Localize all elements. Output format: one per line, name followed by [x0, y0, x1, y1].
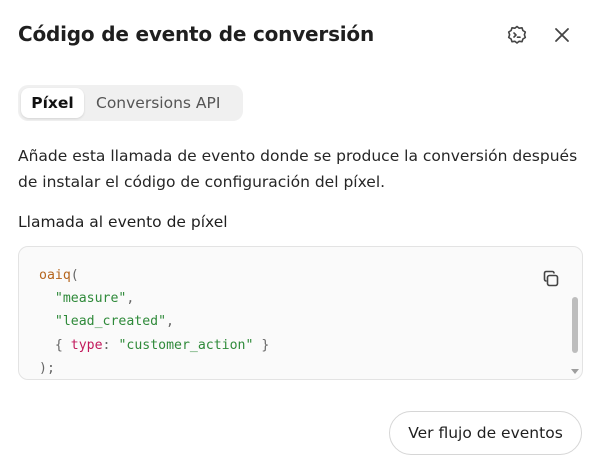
dialog-title: Código de evento de conversión	[18, 22, 375, 46]
code-scrollbar[interactable]	[571, 287, 579, 379]
tab-conversions-api[interactable]: Conversions API	[84, 88, 232, 118]
code-snippet[interactable]: oaiq( "measure", "lead_created", { type:…	[39, 264, 269, 379]
code-block: oaiq( "measure", "lead_created", { type:…	[18, 246, 583, 380]
close-button[interactable]	[549, 22, 575, 48]
code-open-paren: (	[70, 268, 79, 283]
scrollbar-thumb[interactable]	[572, 297, 578, 353]
scroll-down-arrow-icon[interactable]	[571, 369, 579, 374]
code-close: );	[39, 360, 55, 376]
tab-bar: Píxel Conversions API	[18, 85, 243, 121]
debug-icon	[507, 25, 527, 44]
close-icon	[555, 28, 569, 42]
copy-button[interactable]	[539, 267, 563, 291]
copy-icon	[543, 270, 559, 287]
code-section-label: Llamada al evento de píxel	[18, 213, 228, 231]
code-arg-event: "lead_created"	[54, 314, 167, 330]
tab-pixel[interactable]: Píxel	[21, 88, 84, 118]
debug-button[interactable]	[504, 22, 530, 48]
view-event-stream-button[interactable]: Ver flujo de eventos	[389, 411, 582, 455]
code-value-type: "customer_action"	[118, 337, 254, 353]
description-text: Añade esta llamada de evento donde se pr…	[18, 147, 578, 191]
code-arg-measure: "measure"	[54, 291, 127, 307]
code-function: oaiq	[39, 268, 71, 283]
code-key-type: type	[70, 337, 103, 353]
